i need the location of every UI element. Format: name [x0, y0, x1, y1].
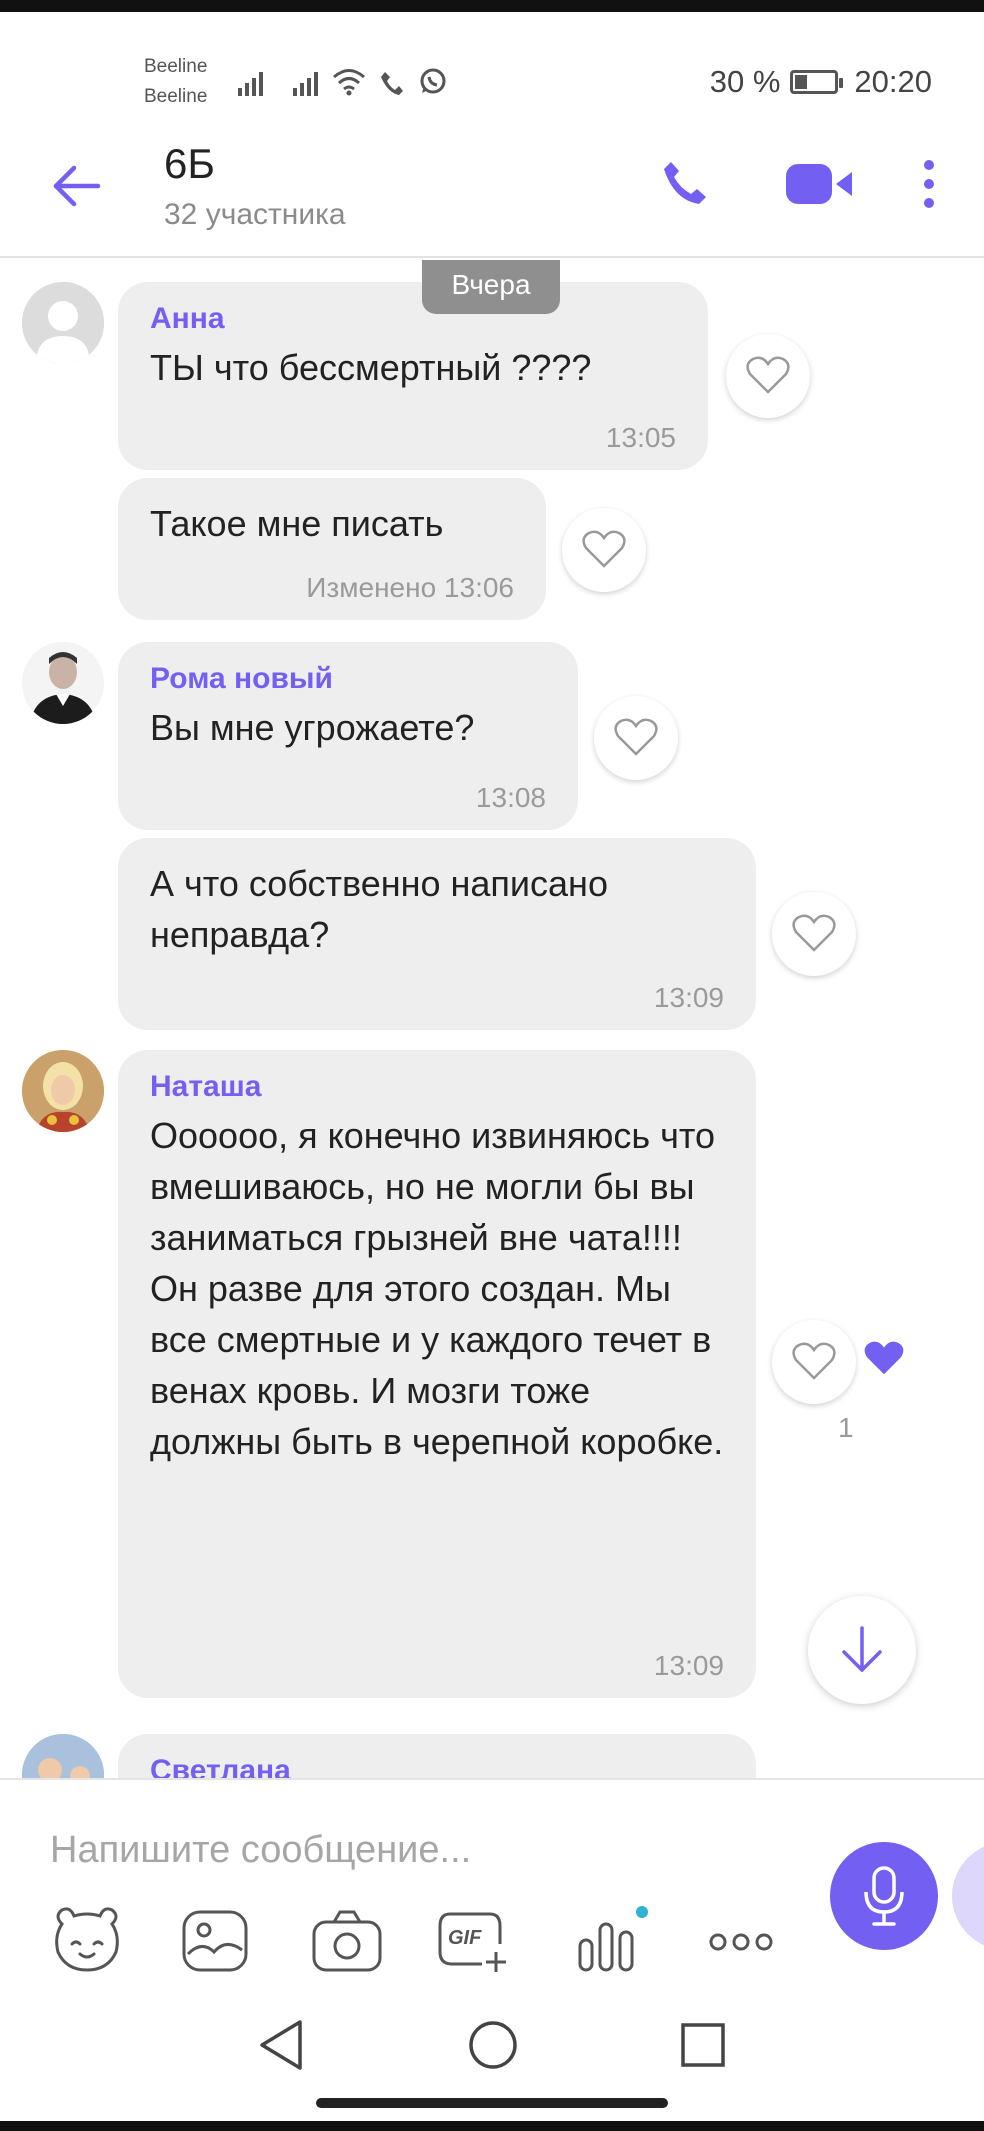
like-button[interactable]: [594, 696, 678, 780]
message-input[interactable]: [50, 1820, 750, 1880]
message-bubble[interactable]: Такое мне писать Изменено 13:06: [118, 478, 546, 620]
send-button-secondary[interactable]: [952, 1842, 984, 1950]
avatar[interactable]: [22, 1734, 104, 1778]
clock: 20:20: [854, 64, 932, 99]
status-bar: Beeline Beeline 30 % 20:20: [0, 0, 984, 120]
sender-name[interactable]: Рома новый: [150, 662, 546, 696]
signal-icon: [293, 72, 318, 96]
voice-message-button[interactable]: [830, 1842, 938, 1950]
more-vertical-icon[interactable]: [918, 156, 940, 212]
signal-icon: [238, 72, 263, 96]
message-text: А что собственно написано неправда?: [150, 863, 608, 955]
avatar[interactable]: [22, 1050, 104, 1132]
like-count: 1: [838, 1412, 854, 1443]
microphone-icon: [864, 1866, 904, 1926]
screen-edge: [0, 2121, 984, 2131]
message-bubble[interactable]: А что собственно написано неправда? 13:0…: [118, 838, 756, 1030]
chat-title[interactable]: 6Б: [164, 140, 215, 188]
gif-label: GIF: [448, 1927, 482, 1949]
user-photo-icon: [22, 642, 104, 724]
viber-chat-screen: Beeline Beeline 30 % 20:20 6Б 32 участни…: [0, 0, 984, 2131]
message-time: 13:09: [653, 1650, 724, 1681]
gallery-icon[interactable]: [178, 1906, 252, 1976]
user-photo-icon: [22, 1050, 104, 1132]
sender-name[interactable]: Анна: [150, 302, 676, 336]
sticker-icon[interactable]: [50, 1906, 124, 1976]
avatar[interactable]: [22, 642, 104, 724]
like-button[interactable]: [726, 334, 810, 418]
back-arrow-icon[interactable]: [50, 160, 102, 212]
nav-home-icon[interactable]: [466, 2018, 520, 2072]
message-text: Такое мне писать: [150, 503, 444, 544]
nav-recents-icon[interactable]: [678, 2018, 728, 2072]
message-time: 13:09: [653, 982, 724, 1013]
heart-filled-icon[interactable]: [862, 1340, 906, 1378]
message-text: ТЫ что бессмертный ????: [150, 347, 592, 388]
like-button[interactable]: [772, 1320, 856, 1404]
carrier-2: Beeline: [144, 86, 208, 107]
message-composer: GIF: [0, 1778, 984, 1988]
video-icon[interactable]: [784, 160, 854, 208]
phone-call-icon: [381, 72, 403, 95]
message-list[interactable]: Анна ТЫ что бессмертный ???? 13:05 Такое…: [0, 260, 984, 1778]
scroll-to-bottom-button[interactable]: [808, 1596, 916, 1704]
like-button[interactable]: [772, 892, 856, 976]
arrow-down-icon: [842, 1626, 882, 1672]
battery-percent: 30 %: [709, 64, 781, 99]
message-time: 13:05: [605, 422, 676, 453]
sender-name[interactable]: Светлана: [150, 1754, 724, 1778]
message-time: Изменено 13:06: [306, 572, 514, 603]
default-avatar-icon: [22, 282, 104, 364]
poll-icon[interactable]: [576, 1906, 650, 1976]
date-separator: Вчера: [422, 260, 560, 314]
participants-count[interactable]: 32 участника: [164, 198, 346, 232]
sender-name[interactable]: Наташа: [150, 1070, 724, 1104]
system-nav-bar: [0, 1988, 984, 2131]
message-text: Вы мне угрожаете?: [150, 707, 475, 748]
camera-icon[interactable]: [310, 1906, 384, 1976]
message-bubble[interactable]: Анна ТЫ что бессмертный ???? 13:05: [118, 282, 708, 470]
like-button[interactable]: [562, 508, 646, 592]
battery-icon: [790, 70, 844, 94]
phone-icon[interactable]: [660, 158, 710, 208]
carrier-labels: Beeline Beeline: [144, 52, 207, 112]
wifi-icon: [333, 69, 365, 96]
message-bubble[interactable]: Наташа Оооооо, я конечно извиняюсь что в…: [118, 1050, 756, 1698]
message-bubble[interactable]: Светлана: [118, 1734, 756, 1778]
heart-outline-icon: [792, 1342, 836, 1380]
message-text: Оооооо, я конечно извиняюсь что вмешиваю…: [150, 1115, 724, 1462]
whatsapp-icon: [420, 68, 446, 94]
heart-outline-icon: [614, 718, 658, 756]
user-photo-icon: [22, 1734, 104, 1778]
heart-outline-icon: [582, 530, 626, 568]
heart-outline-icon: [792, 914, 836, 952]
avatar[interactable]: [22, 282, 104, 364]
chat-header: 6Б 32 участника: [0, 120, 984, 258]
heart-outline-icon: [746, 356, 790, 394]
message-time: 13:08: [475, 782, 546, 813]
status-right: 30 % 20:20: [710, 64, 932, 100]
nav-back-icon[interactable]: [256, 2018, 306, 2072]
more-horizontal-icon[interactable]: [704, 1906, 778, 1976]
home-indicator: [316, 2098, 668, 2108]
message-bubble[interactable]: Рома новый Вы мне угрожаете? 13:08: [118, 642, 578, 830]
status-icons: [238, 66, 448, 96]
carrier-1: Beeline: [144, 56, 208, 77]
gif-icon[interactable]: GIF: [436, 1906, 510, 1976]
